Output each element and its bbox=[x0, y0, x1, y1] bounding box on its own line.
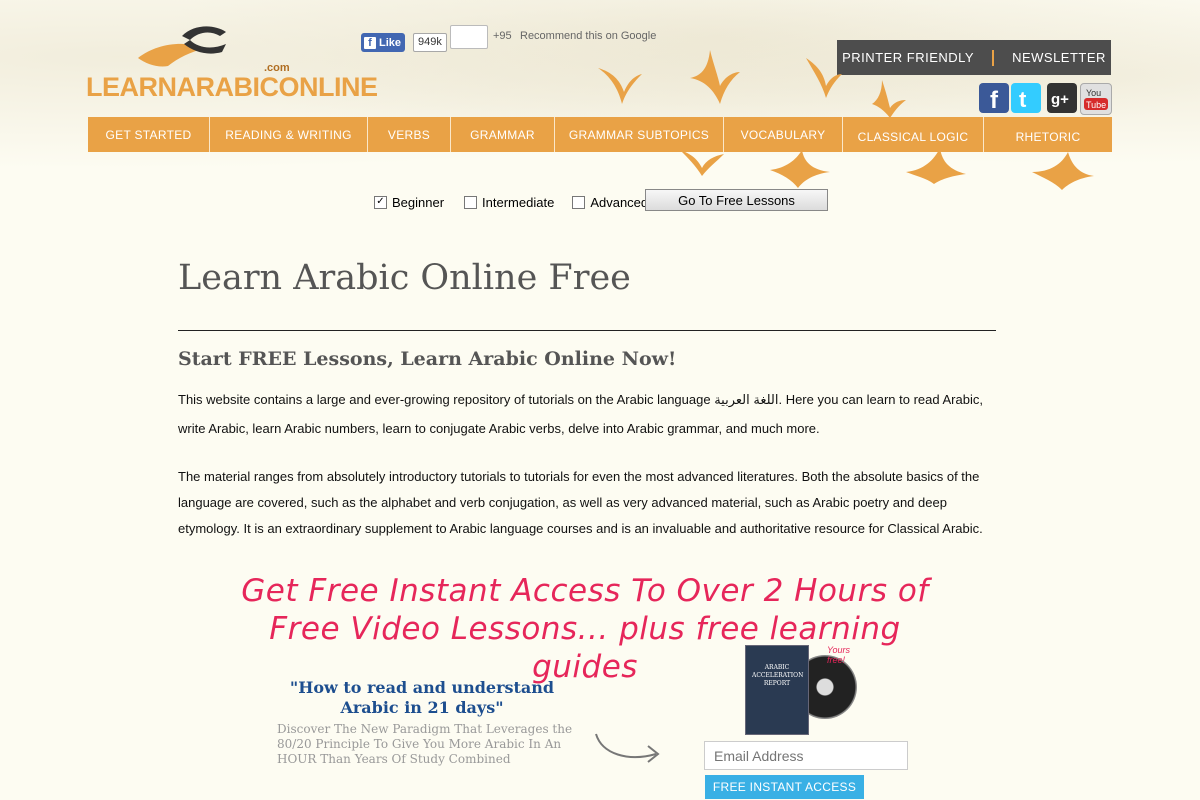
promo-quote-title: "How to read and understand Arabic in 21… bbox=[289, 678, 555, 717]
facebook-like-button[interactable]: f Like bbox=[361, 33, 406, 52]
logo-domain-suffix: .com bbox=[264, 62, 290, 74]
go-to-free-lessons-button[interactable]: Go To Free Lessons bbox=[645, 189, 828, 211]
dvd-free-note: Yours free! bbox=[827, 645, 851, 665]
level-option-beginner[interactable]: ✓ Beginner bbox=[374, 195, 444, 210]
beginner-label: Beginner bbox=[392, 194, 445, 210]
utility-separator bbox=[992, 49, 995, 66]
bird-decoration-icon bbox=[906, 148, 966, 184]
bird-decoration-icon bbox=[770, 150, 830, 188]
dvd-case-image: ARABIC ACCELERATION REPORT bbox=[745, 645, 809, 735]
nav-item-reading-writing[interactable]: Reading & Writing bbox=[210, 117, 368, 152]
free-instant-access-button[interactable]: FREE INSTANT ACCESS bbox=[705, 775, 864, 799]
logo-text: LEARNARABICONLINE bbox=[86, 72, 378, 102]
google-recommend-text: Recommend this on Google bbox=[520, 30, 657, 42]
material-paragraph: The material ranges from absolutely intr… bbox=[178, 469, 983, 536]
google-plus-count: +95 bbox=[493, 30, 512, 42]
facebook-f-icon: f bbox=[364, 36, 376, 49]
level-option-advanced[interactable]: Advanced bbox=[572, 195, 648, 210]
nav-item-verbs[interactable]: Verbs bbox=[368, 117, 451, 152]
bird-decoration-icon bbox=[872, 80, 906, 118]
page-title: Learn Arabic Online Free bbox=[178, 258, 631, 298]
nav-item-grammar-subtopics[interactable]: Grammar Subtopics bbox=[555, 117, 724, 152]
bird-decoration-icon bbox=[806, 58, 842, 98]
printer-friendly-link[interactable]: PRINTER FRIENDLY bbox=[842, 50, 974, 65]
dvd-label-text: ARABIC ACCELERATION REPORT bbox=[752, 664, 804, 687]
main-navigation: Get Started Reading & Writing Verbs Gram… bbox=[88, 117, 1112, 152]
bird-decoration-icon bbox=[1032, 152, 1094, 190]
logo-bird-icon bbox=[138, 26, 226, 67]
level-selector: ✓ Beginner Intermediate Advanced bbox=[374, 190, 662, 214]
level-option-intermediate[interactable]: Intermediate bbox=[464, 195, 554, 210]
site-logo[interactable]: LEARNARABICONLINE .com bbox=[86, 22, 378, 102]
advanced-checkbox[interactable] bbox=[572, 195, 586, 209]
title-divider bbox=[178, 330, 996, 331]
bird-decoration-icon bbox=[690, 50, 740, 104]
intermediate-label: Intermediate bbox=[482, 194, 555, 210]
google-plus-icon[interactable]: g+ bbox=[1047, 83, 1077, 113]
nav-item-get-started[interactable]: Get Started bbox=[88, 117, 210, 152]
advanced-label: Advanced bbox=[590, 194, 649, 210]
email-input[interactable] bbox=[704, 741, 908, 770]
svg-text:f: f bbox=[990, 87, 999, 113]
svg-text:Tube: Tube bbox=[1086, 100, 1106, 110]
nav-item-rhetoric[interactable]: Rhetoric bbox=[984, 117, 1112, 152]
nav-item-grammar[interactable]: Grammar bbox=[451, 117, 555, 152]
utility-bar: PRINTER FRIENDLY NEWSLETTER bbox=[837, 40, 1111, 75]
bird-decoration-icon bbox=[680, 150, 724, 176]
curved-arrow-icon bbox=[592, 728, 664, 773]
svg-text:g+: g+ bbox=[1051, 91, 1069, 108]
promo-headline-line1: Get Free Instant Access To Over 2 Hours … bbox=[241, 573, 929, 609]
google-plus-one-button[interactable] bbox=[450, 25, 488, 49]
dvd-product-image: ARABIC ACCELERATION REPORT Yours free! bbox=[745, 645, 865, 735]
facebook-icon[interactable]: f bbox=[979, 83, 1009, 113]
nav-item-vocabulary[interactable]: Vocabulary bbox=[724, 117, 843, 152]
svg-text:t: t bbox=[1019, 87, 1027, 112]
svg-text:You: You bbox=[1086, 88, 1101, 98]
beginner-checkbox[interactable]: ✓ bbox=[374, 195, 387, 209]
section-subtitle: Start FREE Lessons, Learn Arabic Online … bbox=[178, 348, 677, 370]
bird-decoration-icon bbox=[598, 62, 642, 106]
twitter-icon[interactable]: t bbox=[1011, 83, 1041, 113]
facebook-like-label: Like bbox=[379, 36, 402, 49]
intro-paragraph: This website contains a large and ever-g… bbox=[178, 392, 983, 436]
facebook-like-count: 949k bbox=[413, 33, 447, 52]
intermediate-checkbox[interactable] bbox=[464, 195, 478, 209]
nav-item-classical-logic[interactable]: Classical Logic bbox=[843, 117, 984, 152]
newsletter-link[interactable]: NEWSLETTER bbox=[1012, 50, 1106, 65]
youtube-icon[interactable]: You Tube bbox=[1080, 83, 1112, 115]
promo-quote-subtext: Discover The New Paradigm That Leverages… bbox=[277, 722, 573, 766]
